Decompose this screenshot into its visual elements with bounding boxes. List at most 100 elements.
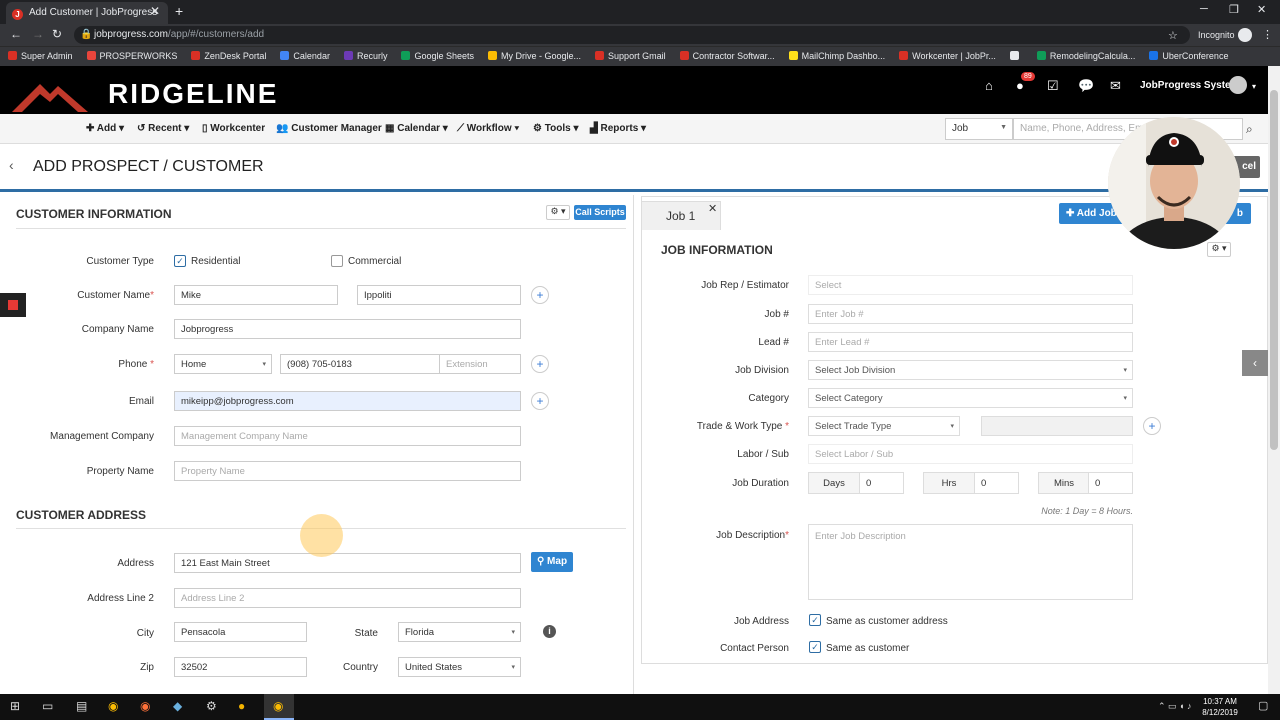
address-line2-input[interactable]: Address Line 2 bbox=[174, 588, 521, 608]
side-panel-toggle-icon[interactable]: ‹ bbox=[1242, 350, 1268, 376]
tray-icons[interactable]: ⌃ ▭ ◖ ♪ bbox=[1158, 701, 1191, 712]
menu-calendar[interactable]: ▦ Calendar ▾ bbox=[385, 123, 448, 134]
browser-menu-icon[interactable]: ⋮ bbox=[1262, 28, 1273, 41]
company-name-input[interactable]: Jobprogress bbox=[174, 319, 521, 339]
job-tab-close-icon[interactable]: ✕ bbox=[708, 202, 717, 215]
mail-icon[interactable]: ✉ bbox=[1110, 78, 1121, 94]
bookmark-item[interactable] bbox=[1009, 51, 1023, 61]
menu-add[interactable]: ✚ Add ▾ bbox=[86, 123, 124, 134]
bookmark-star-icon[interactable]: ☆ bbox=[1168, 29, 1178, 42]
country-select[interactable]: United States ▾ bbox=[398, 657, 521, 677]
trade-type-select[interactable]: Select Trade Type ▾ bbox=[808, 416, 960, 436]
minimize-icon[interactable]: ─ bbox=[1200, 3, 1208, 15]
phone-type-select[interactable]: Home ▾ bbox=[174, 354, 272, 374]
reload-icon[interactable]: ↻ bbox=[52, 27, 62, 41]
bookmark-item[interactable]: Workcenter | JobPr... bbox=[899, 51, 996, 61]
forward-icon[interactable]: → bbox=[32, 27, 44, 41]
tasks-icon[interactable]: ☑ bbox=[1047, 78, 1059, 94]
file-explorer-icon[interactable]: ▤ bbox=[76, 699, 87, 713]
section-gear-icon[interactable]: ⚙ ▾ bbox=[546, 205, 570, 220]
hrs-input[interactable]: 0 bbox=[974, 472, 1019, 494]
bookmark-item[interactable]: MailChimp Dashbo... bbox=[788, 51, 885, 61]
new-tab-icon[interactable]: + bbox=[175, 3, 183, 19]
home-icon[interactable]: ⌂ bbox=[985, 78, 993, 93]
first-name-input[interactable]: Mike bbox=[174, 285, 338, 305]
app-icon[interactable]: ◆ bbox=[173, 699, 182, 713]
browser-tab[interactable]: J Add Customer | JobProgress bbox=[6, 2, 168, 24]
bookmark-item[interactable]: ZenDesk Portal bbox=[191, 51, 266, 61]
back-chevron-icon[interactable]: ‹ bbox=[9, 157, 14, 173]
job-rep-select[interactable]: Select bbox=[808, 275, 1133, 295]
url-bar[interactable]: 🔒 jobprogress.com/app/#/customers/add bbox=[74, 26, 1190, 44]
same-address-checkbox[interactable]: ✓ bbox=[809, 614, 821, 626]
menu-recent[interactable]: ↺ Recent ▾ bbox=[137, 123, 189, 134]
search-scope-select[interactable]: Job ▼ bbox=[945, 118, 1013, 140]
menu-workflow[interactable]: ⟋ Workflow ▾ bbox=[457, 123, 519, 134]
user-chevron-down-icon[interactable]: ▾ bbox=[1252, 82, 1256, 91]
category-select[interactable]: Select Category ▾ bbox=[808, 388, 1133, 408]
add-trade-plus-icon[interactable]: + bbox=[1143, 417, 1161, 435]
bookmark-item[interactable]: Support Gmail bbox=[595, 51, 666, 61]
bookmark-item[interactable]: Google Sheets bbox=[401, 51, 474, 61]
chrome-active-taskbar-button[interactable]: ◉ bbox=[264, 694, 294, 720]
maximize-icon[interactable]: ❐ bbox=[1229, 3, 1239, 16]
chrome-icon[interactable]: ◉ bbox=[108, 699, 118, 713]
extension-input[interactable]: Extension bbox=[439, 354, 521, 374]
windows-start-icon[interactable]: ⊞ bbox=[10, 699, 20, 713]
record-stop-button[interactable] bbox=[0, 293, 26, 317]
system-clock[interactable]: 10:37 AM 8/12/2019 bbox=[1200, 696, 1240, 718]
avatar[interactable] bbox=[1229, 76, 1247, 94]
lead-number-input[interactable]: Enter Lead # bbox=[808, 332, 1133, 352]
notifications-icon[interactable]: ▢ bbox=[1258, 699, 1268, 712]
state-select[interactable]: Florida ▾ bbox=[398, 622, 521, 642]
call-scripts-button[interactable]: Call Scripts bbox=[574, 205, 626, 220]
bookmark-item[interactable]: Recurly bbox=[343, 51, 387, 61]
brand-logo[interactable]: RIDGELINE bbox=[108, 78, 278, 110]
property-name-input[interactable]: Property Name bbox=[174, 461, 521, 481]
tab-close-icon[interactable]: ✕ bbox=[150, 4, 160, 18]
job-number-input[interactable]: Enter Job # bbox=[808, 304, 1133, 324]
phone-number-input[interactable]: (908) 705-0183 bbox=[280, 354, 440, 374]
task-view-icon[interactable]: ▭ bbox=[42, 699, 53, 713]
mins-input[interactable]: 0 bbox=[1088, 472, 1133, 494]
days-input[interactable]: 0 bbox=[859, 472, 904, 494]
residential-checkbox[interactable]: ✓ bbox=[174, 255, 186, 267]
firefox-icon[interactable]: ◉ bbox=[140, 699, 150, 713]
menu-customer-manager[interactable]: 👥 Customer Manager bbox=[276, 123, 382, 134]
info-icon[interactable]: i bbox=[543, 625, 556, 638]
bookmark-item[interactable]: My Drive - Google... bbox=[488, 51, 581, 61]
same-customer-checkbox[interactable]: ✓ bbox=[809, 641, 821, 653]
map-button[interactable]: ⚲ Map bbox=[531, 552, 573, 572]
add-name-plus-icon[interactable]: + bbox=[531, 286, 549, 304]
search-icon[interactable]: ⌕ bbox=[1246, 122, 1253, 137]
bookmark-item[interactable]: Super Admin bbox=[8, 51, 73, 61]
menu-tools[interactable]: ⚙ Tools ▾ bbox=[533, 123, 579, 134]
job-description-textarea[interactable]: Enter Job Description bbox=[808, 524, 1133, 600]
labor-sub-select[interactable]: Select Labor / Sub bbox=[808, 444, 1133, 464]
email-field[interactable]: mikeipp@jobprogress.com bbox=[174, 391, 521, 411]
add-email-plus-icon[interactable]: + bbox=[531, 392, 549, 410]
work-type-select[interactable] bbox=[981, 416, 1133, 436]
bookmark-item[interactable]: PROSPERWORKS bbox=[86, 51, 177, 61]
bookmark-item[interactable]: RemodelingCalcula... bbox=[1036, 51, 1135, 61]
job-division-select[interactable]: Select Job Division ▾ bbox=[808, 360, 1133, 380]
bookmark-item[interactable]: Calendar bbox=[280, 51, 330, 61]
job-gear-icon[interactable]: ⚙ ▾ bbox=[1207, 242, 1231, 257]
management-company-input[interactable]: Management Company Name bbox=[174, 426, 521, 446]
chat-icon[interactable]: 💬 bbox=[1078, 78, 1094, 94]
bookmark-item[interactable]: Contractor Softwar... bbox=[679, 51, 775, 61]
window-close-icon[interactable]: ✕ bbox=[1257, 3, 1266, 16]
back-icon[interactable]: ← bbox=[10, 27, 22, 41]
user-name[interactable]: JobProgress System bbox=[1140, 80, 1240, 91]
menu-reports[interactable]: ▟ Reports ▾ bbox=[590, 123, 646, 134]
address-input[interactable]: 121 East Main Street bbox=[174, 553, 521, 573]
commercial-checkbox[interactable] bbox=[331, 255, 343, 267]
settings-app-icon[interactable]: ⚙ bbox=[206, 699, 217, 713]
last-name-input[interactable]: Ippoliti bbox=[357, 285, 521, 305]
chat-app-icon[interactable]: ● bbox=[238, 699, 245, 713]
bookmark-item[interactable]: UberConference bbox=[1149, 51, 1228, 61]
menu-workcenter[interactable]: ▯ Workcenter bbox=[202, 123, 265, 134]
add-phone-plus-icon[interactable]: + bbox=[531, 355, 549, 373]
incognito-icon[interactable] bbox=[1238, 28, 1252, 42]
scrollbar-thumb[interactable] bbox=[1270, 90, 1278, 450]
